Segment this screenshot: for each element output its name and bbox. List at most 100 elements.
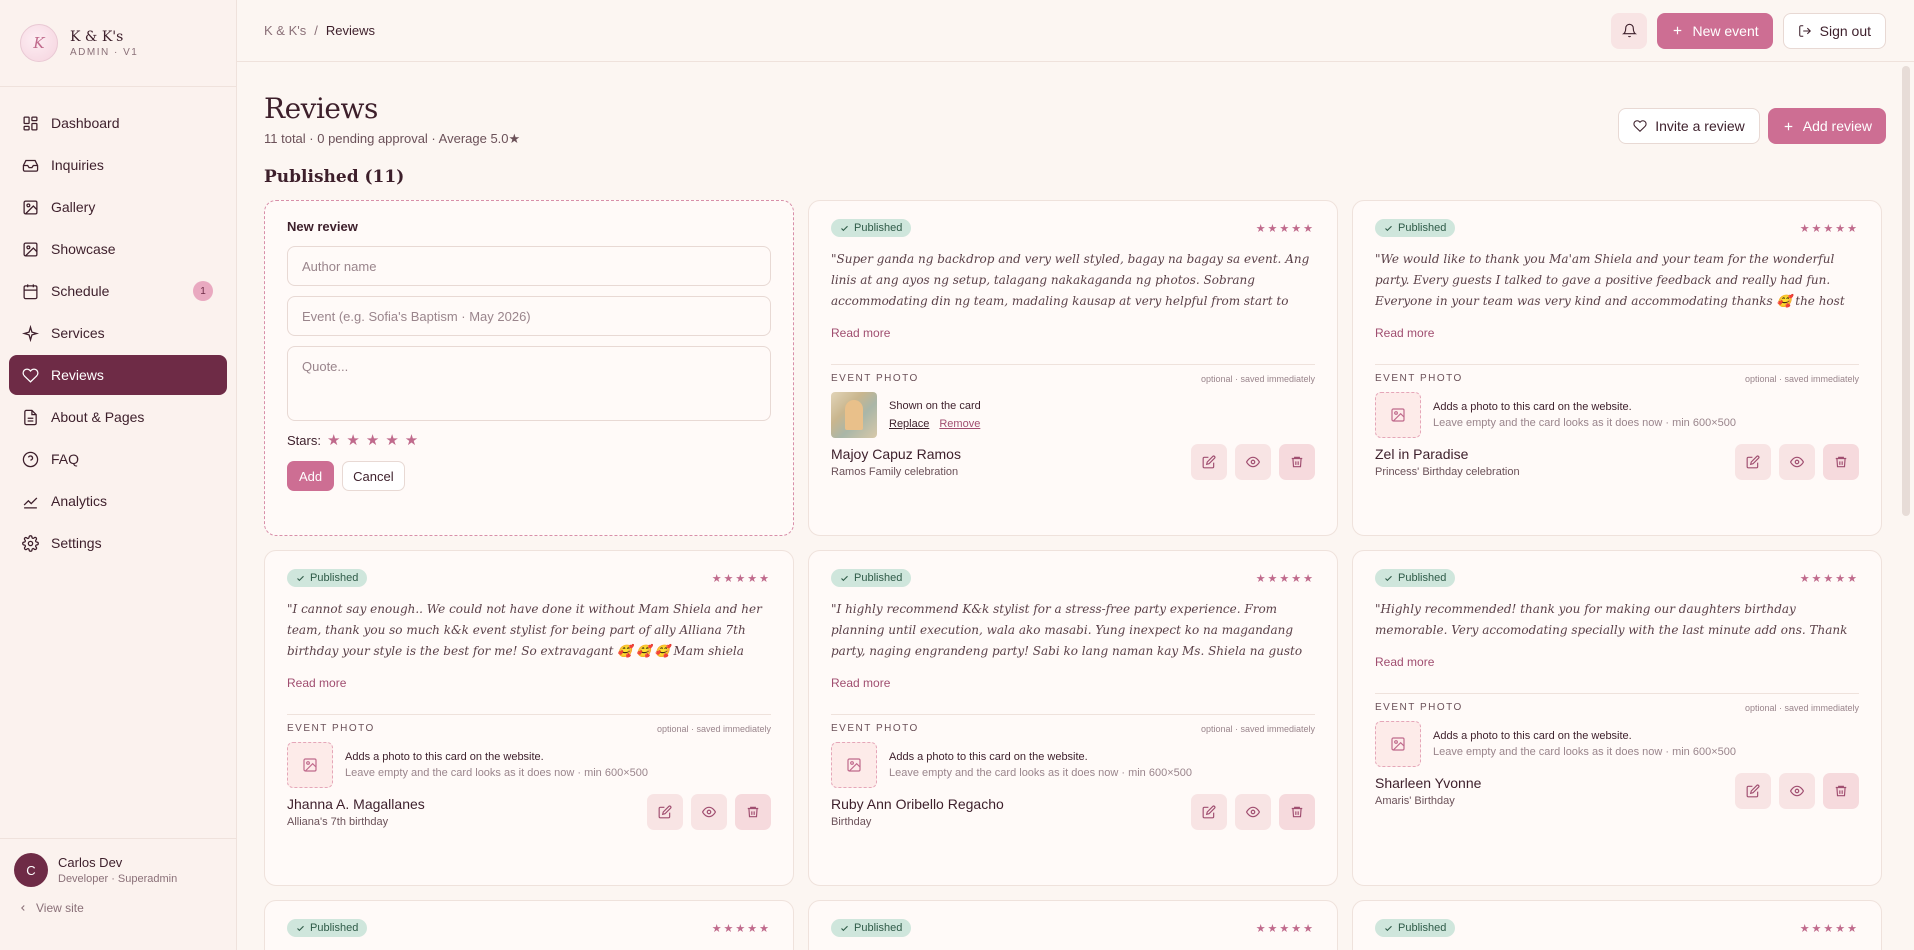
photo-upload-button[interactable] — [1375, 392, 1421, 438]
author-name-input[interactable]: Author name — [287, 246, 771, 286]
photo-upload-button[interactable] — [831, 742, 877, 788]
delete-button[interactable] — [1823, 773, 1859, 809]
read-more-link[interactable]: Read more — [831, 326, 890, 340]
image-icon — [303, 758, 317, 772]
edit-button[interactable] — [1735, 773, 1771, 809]
review-event: Birthday — [831, 816, 872, 828]
breadcrumb-separator: / — [314, 23, 318, 38]
view-site-link[interactable]: View site — [14, 901, 222, 915]
review-card: Published ★★★★★ "Super ganda ng backdrop… — [808, 200, 1338, 536]
edit-button[interactable] — [1191, 794, 1227, 830]
invite-review-button[interactable]: Invite a review — [1618, 108, 1760, 144]
sidebar-item-label: Inquiries — [51, 157, 104, 173]
status-label: Published — [1398, 572, 1447, 584]
add-review-button[interactable]: Add review — [1767, 108, 1886, 144]
sidebar-item-dashboard[interactable]: Dashboard — [9, 103, 227, 143]
edit-button[interactable] — [647, 794, 683, 830]
read-more-link[interactable]: Read more — [287, 676, 346, 690]
check-icon — [1385, 575, 1392, 581]
photo-optional-note: optional · saved immediately — [1200, 373, 1315, 384]
toggle-visibility-button[interactable] — [1235, 444, 1271, 480]
page-subtitle: 11 total · 0 pending approval · Average … — [264, 131, 521, 146]
inbox-icon — [22, 159, 39, 172]
cancel-button[interactable]: Cancel — [342, 461, 405, 491]
sign-out-button[interactable]: Sign out — [1782, 12, 1886, 49]
delete-button[interactable] — [1279, 794, 1315, 830]
check-icon — [297, 575, 304, 581]
brand[interactable]: K K & K's ADMIN · V1 — [0, 0, 236, 87]
scrollbar[interactable] — [1902, 66, 1910, 516]
sidebar-item-label: FAQ — [51, 451, 80, 467]
sidebar-item-showcase[interactable]: Showcase — [9, 229, 227, 269]
image-icon — [847, 758, 861, 772]
photo-add-text: Adds a photo to this card on the website… — [889, 751, 1088, 763]
sidebar-item-services[interactable]: Services — [9, 313, 227, 353]
sidebar-item-settings[interactable]: Settings — [9, 523, 227, 563]
view-site-label: View site — [36, 901, 84, 915]
event-photo-thumbnail[interactable] — [831, 392, 877, 438]
delete-button[interactable] — [735, 794, 771, 830]
user-profile[interactable]: C Carlos Dev Developer · Superadmin — [14, 853, 222, 887]
eye-icon — [1246, 456, 1260, 468]
eye-icon — [702, 806, 716, 818]
new-review-title: New review — [287, 219, 358, 234]
edit-button[interactable] — [1191, 444, 1227, 480]
review-author: Sharleen Yvonne — [1375, 775, 1482, 791]
star-icon[interactable]: ★ — [327, 431, 340, 449]
notifications-button[interactable] — [1611, 12, 1648, 49]
sidebar-item-schedule[interactable]: Schedule 1 — [9, 271, 227, 311]
main-content: K & K's / Reviews New event Sign out Rev… — [237, 0, 1914, 950]
rating-stars: ★★★★★ — [1799, 572, 1859, 585]
add-button[interactable]: Add — [287, 461, 335, 491]
read-more-link[interactable]: Read more — [1375, 326, 1434, 340]
delete-button[interactable] — [1279, 444, 1315, 480]
review-event: Alliana's 7th birthday — [287, 816, 389, 828]
rating-stars: ★★★★★ — [711, 572, 771, 585]
photo-upload-button[interactable] — [1375, 721, 1421, 767]
remove-photo-link[interactable]: Remove — [939, 416, 980, 432]
status-label: Published — [310, 572, 359, 584]
event-photo-label: EVENT PHOTO — [1375, 373, 1463, 384]
review-author: Ruby Ann Oribello Regacho — [831, 796, 1004, 812]
new-event-label: New event — [1692, 22, 1759, 39]
sidebar-item-reviews[interactable]: Reviews — [9, 355, 227, 395]
quote-textarea[interactable]: Quote... — [287, 346, 771, 421]
star-icon[interactable]: ★ — [366, 431, 379, 449]
star-icon[interactable]: ★ — [405, 431, 418, 449]
sidebar-item-gallery[interactable]: Gallery — [9, 187, 227, 227]
read-more-link[interactable]: Read more — [1375, 655, 1434, 669]
toggle-visibility-button[interactable] — [1779, 773, 1815, 809]
toggle-visibility-button[interactable] — [691, 794, 727, 830]
replace-photo-link[interactable]: Replace — [889, 416, 929, 432]
photo-optional-note: optional · saved immediately — [656, 723, 771, 734]
invite-review-label: Invite a review — [1655, 118, 1745, 134]
event-input[interactable]: Event (e.g. Sofia's Baptism · May 2026) — [287, 296, 771, 336]
edit-button[interactable] — [1735, 444, 1771, 480]
review-quote: "Highly recommended! thank you for makin… — [1375, 602, 1848, 637]
rating-stars: ★★★★★ — [1799, 222, 1859, 235]
status-badge: Published — [831, 569, 912, 587]
schedule-count-badge: 1 — [193, 281, 213, 301]
star-icon[interactable]: ★ — [385, 431, 398, 449]
sidebar-item-analytics[interactable]: Analytics — [9, 481, 227, 521]
sidebar-item-faq[interactable]: FAQ — [9, 439, 227, 479]
delete-button[interactable] — [1823, 444, 1859, 480]
sidebar-item-inquiries[interactable]: Inquiries — [9, 145, 227, 185]
star-icon[interactable]: ★ — [346, 431, 359, 449]
read-more-link[interactable]: Read more — [831, 676, 890, 690]
photo-upload-button[interactable] — [287, 742, 333, 788]
review-event: Ramos Family celebration — [831, 466, 959, 478]
breadcrumb-root[interactable]: K & K's — [264, 23, 306, 38]
sidebar-item-about-pages[interactable]: About & Pages — [9, 397, 227, 437]
toggle-visibility-button[interactable] — [1235, 794, 1271, 830]
new-event-button[interactable]: New event — [1657, 12, 1773, 49]
help-icon — [22, 451, 39, 467]
check-icon — [841, 575, 848, 581]
status-badge: Published — [1375, 919, 1456, 937]
dashboard-icon — [23, 115, 38, 131]
photo-optional-note: optional · saved immediately — [1744, 373, 1859, 384]
toggle-visibility-button[interactable] — [1779, 444, 1815, 480]
review-quote: "We would like to thank you Ma'am Shiela… — [1375, 252, 1845, 308]
check-icon — [841, 925, 848, 931]
photo-add-hint: Leave empty and the card looks as it doe… — [345, 767, 648, 779]
